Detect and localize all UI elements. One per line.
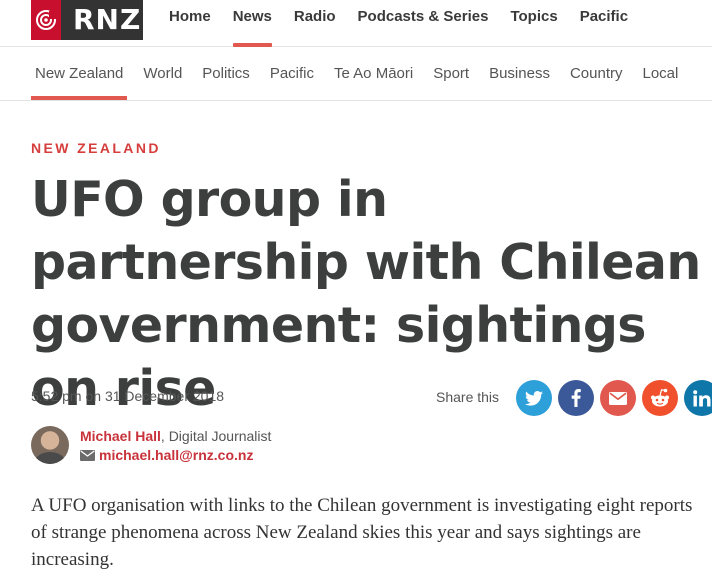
section-nav-new-zealand[interactable]: New Zealand — [30, 65, 128, 100]
mail-icon — [80, 449, 95, 461]
brand-name: RNZ — [73, 3, 142, 36]
email-icon — [609, 391, 627, 405]
nav-topics[interactable]: Topics — [510, 8, 557, 46]
section-nav-country[interactable]: Country — [570, 65, 623, 100]
share-twitter-button[interactable] — [516, 380, 552, 416]
nav-news[interactable]: News — [232, 8, 273, 47]
nav-radio[interactable]: Radio — [294, 8, 336, 46]
section-nav-business[interactable]: Business — [489, 65, 550, 100]
rnz-logo[interactable]: RNZ — [31, 0, 143, 40]
share-facebook-button[interactable] — [558, 380, 594, 416]
article-lead-paragraph: A UFO organisation with links to the Chi… — [31, 495, 693, 570]
section-nav-pacific[interactable]: Pacific — [270, 65, 314, 100]
nav-home[interactable]: Home — [169, 8, 211, 46]
nav-pacific[interactable]: Pacific — [580, 8, 628, 46]
author-name-link[interactable]: Michael Hall — [80, 428, 161, 444]
rnz-radio-wave-icon — [31, 0, 61, 40]
share-linkedin-button[interactable] — [684, 380, 712, 416]
publish-date: 5:52 pm on 31 December 2018 — [31, 388, 225, 404]
section-nav-world[interactable]: World — [143, 65, 182, 100]
article-meta: 5:52 pm on 31 December 2018 Share this — [31, 380, 712, 416]
facebook-icon — [571, 389, 581, 407]
section-label[interactable]: NEW ZEALAND — [31, 140, 161, 156]
primary-nav: Home News Radio Podcasts & Series Topics… — [169, 8, 650, 47]
nav-podcasts-series[interactable]: Podcasts & Series — [358, 8, 489, 46]
section-nav-local[interactable]: Local — [642, 65, 678, 100]
section-nav-te-ao-maori[interactable]: Te Ao Māori — [334, 65, 413, 100]
author-email-link[interactable]: michael.hall@rnz.co.nz — [99, 447, 253, 463]
author-avatar[interactable] — [31, 426, 69, 464]
reddit-icon — [651, 388, 669, 407]
share-reddit-button[interactable] — [642, 380, 678, 416]
twitter-icon — [525, 390, 543, 406]
section-nav: New Zealand World Politics Pacific Te Ao… — [0, 47, 712, 101]
linkedin-icon — [693, 389, 711, 406]
section-nav-politics[interactable]: Politics — [202, 65, 250, 100]
share-label: Share this — [436, 389, 500, 405]
section-nav-sport[interactable]: Sport — [433, 65, 469, 100]
author-role: , Digital Journalist — [160, 428, 272, 444]
site-header: RNZ Home News Radio Podcasts & Series To… — [0, 0, 712, 47]
share-email-button[interactable] — [600, 380, 636, 416]
